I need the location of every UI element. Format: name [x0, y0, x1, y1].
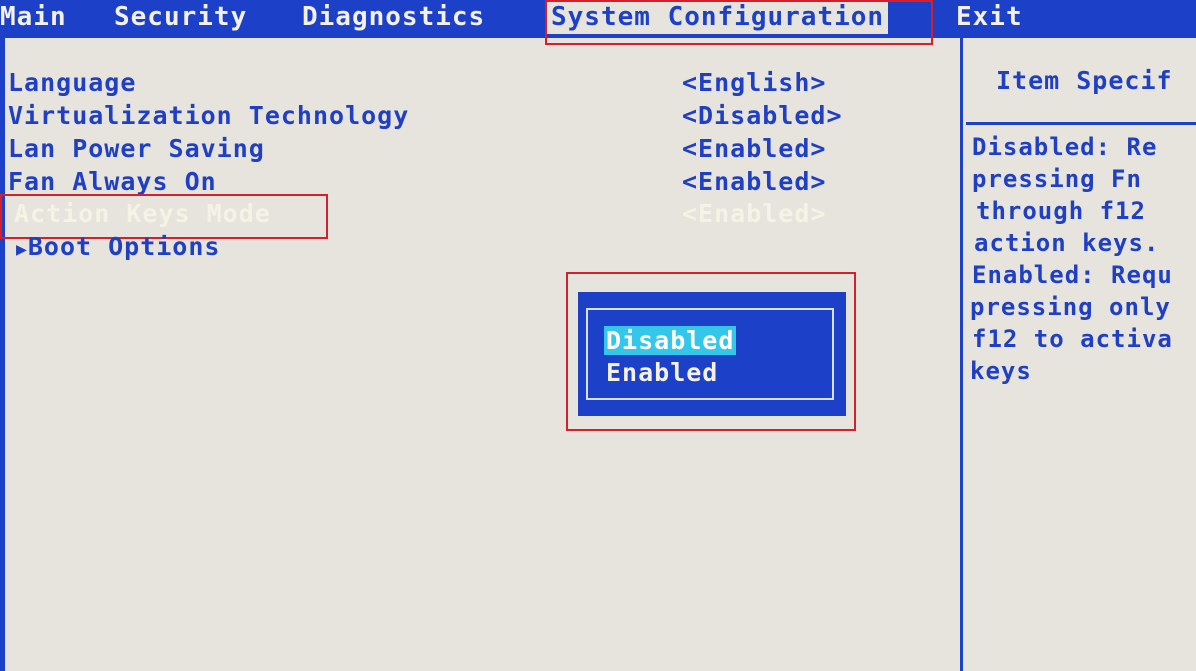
menu-main[interactable]: Main [0, 0, 67, 34]
setting-action-keys-mode-value[interactable]: <Enabled> [682, 199, 826, 228]
help-line-3: through f12 [976, 197, 1146, 225]
setting-lan-power-saving[interactable]: Lan Power Saving [8, 134, 265, 163]
option-popup: Disabled Enabled [578, 292, 846, 416]
popup-option-disabled[interactable]: Disabled [604, 326, 737, 355]
help-line-7: f12 to activa [972, 325, 1173, 353]
menu-exit[interactable]: Exit [956, 0, 1023, 34]
setting-fan-always-on-value[interactable]: <Enabled> [682, 167, 826, 196]
help-line-5: Enabled: Requ [972, 261, 1173, 289]
menu-security[interactable]: Security [114, 0, 247, 34]
setting-boot-options-label: Boot Options [27, 232, 221, 261]
help-line-8: keys [970, 357, 1032, 385]
setting-lan-power-saving-value[interactable]: <Enabled> [682, 134, 826, 163]
help-line-6: pressing only [970, 293, 1171, 321]
menu-system-configuration[interactable]: System Configuration [547, 0, 889, 34]
help-line-1: Disabled: Re [972, 133, 1158, 161]
setting-language[interactable]: Language [8, 68, 136, 97]
setting-language-value[interactable]: <English> [682, 68, 826, 97]
setting-virtualization-value[interactable]: <Disabled> [682, 101, 843, 130]
setting-fan-always-on[interactable]: Fan Always On [8, 167, 217, 196]
help-panel: Disabled: Re pressing Fn through f12 act… [966, 38, 1196, 671]
menu-diagnostics[interactable]: Diagnostics [302, 0, 485, 34]
setting-boot-options[interactable]: ▶Boot Options [16, 232, 220, 261]
setting-virtualization-technology[interactable]: Virtualization Technology [8, 101, 409, 130]
help-line-2: pressing Fn [972, 165, 1142, 193]
setting-action-keys-mode[interactable]: Action Keys Mode [14, 199, 271, 228]
triangle-right-icon: ▶ [16, 239, 28, 260]
left-border [0, 38, 5, 671]
help-line-4: action keys. [974, 229, 1160, 257]
panel-divider [960, 38, 963, 671]
popup-option-enabled[interactable]: Enabled [604, 358, 720, 387]
